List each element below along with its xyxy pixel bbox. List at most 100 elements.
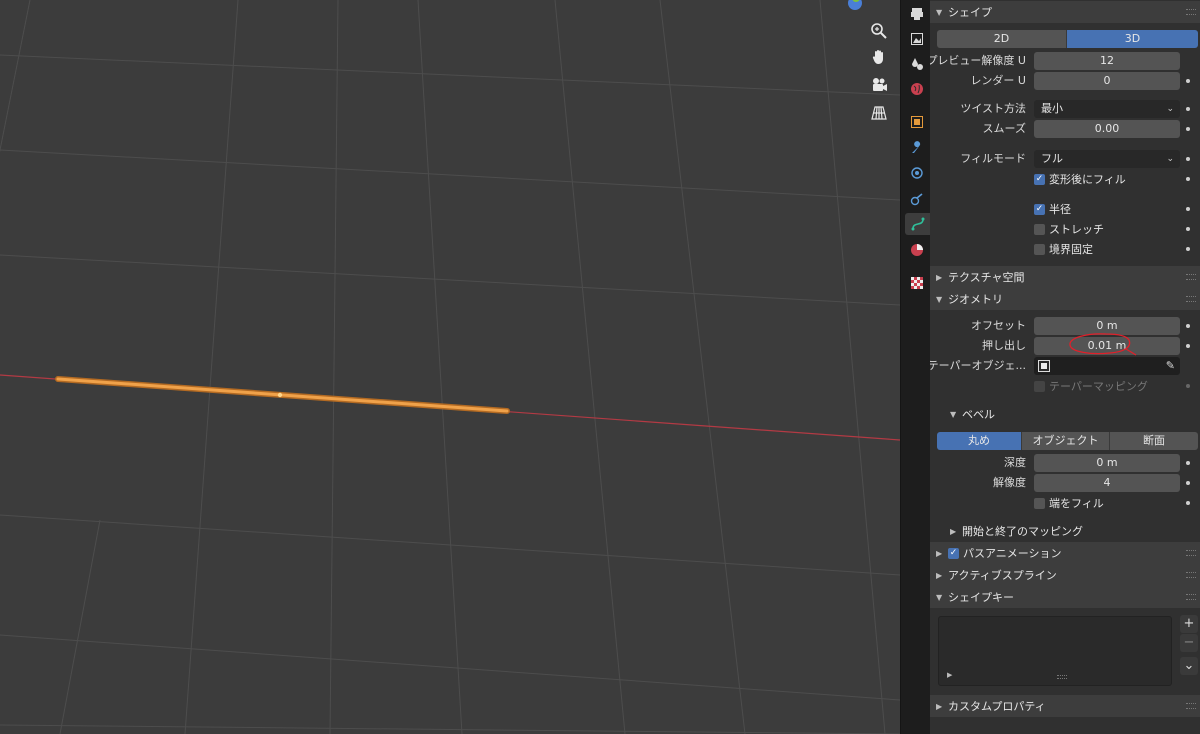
dim-3d-button[interactable]: 3D <box>1067 30 1198 48</box>
fill-caps-checkbox[interactable]: 端をフィル <box>1034 494 1104 512</box>
keyframe-dot-icon[interactable] <box>1186 247 1190 251</box>
shape-keys-panel-header[interactable]: ▼ シェイプキー <box>930 586 1200 608</box>
bevel-mode-round[interactable]: 丸め <box>937 432 1022 450</box>
render-u-field[interactable]: 0 <box>1034 72 1180 90</box>
bevel-resolution-field[interactable]: 4 <box>1034 474 1180 492</box>
bevel-subpanel-header[interactable]: ▼ ベベル <box>930 404 1200 424</box>
taper-mapping-label: テーパーマッピング <box>1049 380 1148 393</box>
bevel-title: ベベル <box>962 408 995 421</box>
drag-handle-icon[interactable] <box>1186 572 1196 578</box>
camera-icon[interactable] <box>866 74 892 96</box>
dim-2d-button[interactable]: 2D <box>937 30 1067 48</box>
path-animation-panel-header[interactable]: ▶ パスアニメーション <box>930 542 1200 564</box>
keyframe-dot-icon[interactable] <box>1186 501 1190 505</box>
taper-mapping-checkbox[interactable]: テーパーマッピング <box>1034 377 1148 395</box>
taper-object-field[interactable]: ✎ <box>1034 357 1180 375</box>
bevel-mode-toggle: 丸め オブジェクト 断面 <box>937 432 1198 450</box>
resize-handle-icon[interactable] <box>1057 675 1067 679</box>
bounds-clamp-checkbox[interactable]: 境界固定 <box>1034 240 1093 258</box>
keyframe-dot-icon[interactable] <box>1186 344 1190 348</box>
drag-handle-icon[interactable] <box>1186 703 1196 709</box>
geometry-panel-header[interactable]: ▼ ジオメトリ <box>930 288 1200 310</box>
keyframe-dot-icon[interactable] <box>1186 157 1190 161</box>
object-icon[interactable] <box>905 111 929 133</box>
pan-hand-icon[interactable] <box>866 46 892 68</box>
keyframe-dot-icon[interactable] <box>1186 227 1190 231</box>
fill-caps-label: 端をフィル <box>1049 497 1104 510</box>
drag-handle-icon[interactable] <box>1186 594 1196 600</box>
bevel-mode-profile[interactable]: 断面 <box>1110 432 1198 450</box>
drag-handle-icon[interactable] <box>1186 550 1196 556</box>
bevel-depth-field[interactable]: 0 m <box>1034 454 1180 472</box>
shape-key-specials-button[interactable]: ⌄ <box>1180 657 1198 675</box>
fill-deform-checkbox[interactable]: 変形後にフィル <box>1034 170 1126 188</box>
custom-properties-panel-header[interactable]: ▶ カスタムプロパティ <box>930 695 1200 717</box>
radius-checkbox[interactable]: 半径 <box>1034 200 1071 218</box>
drag-handle-icon[interactable] <box>1186 9 1196 15</box>
remove-shape-key-button[interactable]: − <box>1180 634 1198 652</box>
keyframe-dot-icon[interactable] <box>1186 461 1190 465</box>
preview-u-field[interactable]: 12 <box>1034 52 1180 70</box>
particles-icon[interactable] <box>905 162 929 184</box>
smooth-field[interactable]: 0.00 <box>1034 120 1180 138</box>
eyedropper-icon[interactable]: ✎ <box>1166 359 1175 372</box>
keyframe-dot-icon[interactable] <box>1186 384 1190 388</box>
keyframe-dot-icon[interactable] <box>1186 324 1190 328</box>
bounds-clamp-label: 境界固定 <box>1049 243 1093 256</box>
checkbox-unchecked-icon <box>1034 243 1045 255</box>
view-layer-icon[interactable] <box>905 53 929 75</box>
collapsed-arrow-icon: ▶ <box>936 570 943 580</box>
shape-panel-header[interactable]: ▼ シェイプ <box>930 1 1200 23</box>
render-icon[interactable] <box>905 3 929 25</box>
curve-data-icon[interactable] <box>905 213 931 235</box>
active-spline-panel-header[interactable]: ▶ アクティブスプライン <box>930 564 1200 586</box>
keyframe-dot-icon[interactable] <box>1186 177 1190 181</box>
fill-mode-select[interactable]: フル ⌄ <box>1034 150 1180 168</box>
keyframe-dot-icon[interactable] <box>1186 79 1190 83</box>
viewport-grid <box>0 0 900 734</box>
path-animation-title: パスアニメーション <box>963 547 1062 560</box>
checkbox-unchecked-icon <box>1034 223 1045 235</box>
world-icon[interactable] <box>905 78 929 100</box>
output-icon[interactable] <box>905 28 929 50</box>
keyframe-dot-icon[interactable] <box>1186 481 1190 485</box>
checkbox-checked-icon <box>1034 173 1045 185</box>
zoom-icon[interactable] <box>866 20 892 42</box>
start-end-mapping-title: 開始と終了のマッピング <box>962 525 1083 538</box>
stretch-checkbox[interactable]: ストレッチ <box>1034 220 1104 238</box>
collapsed-arrow-icon: ▶ <box>950 526 957 536</box>
shape-panel-title: シェイプ <box>948 6 992 19</box>
smooth-label: スムーズ <box>982 122 1026 135</box>
drag-handle-icon[interactable] <box>1186 274 1196 280</box>
path-animation-checkbox[interactable] <box>948 547 959 559</box>
shape-keys-list[interactable]: ▶ <box>938 616 1172 686</box>
texture-checker-icon[interactable] <box>905 272 929 294</box>
keyframe-dot-icon[interactable] <box>1186 127 1190 131</box>
bevel-mode-object[interactable]: オブジェクト <box>1022 432 1110 450</box>
add-shape-key-button[interactable]: + <box>1180 615 1198 633</box>
drag-handle-icon[interactable] <box>1186 296 1196 302</box>
start-end-mapping-header[interactable]: ▶ 開始と終了のマッピング <box>930 521 1200 541</box>
twist-method-select[interactable]: 最小 ⌄ <box>1034 100 1180 118</box>
active-spline-title: アクティブスプライン <box>948 569 1057 582</box>
material-icon[interactable] <box>905 239 929 261</box>
render-u-label: レンダー U <box>970 74 1026 87</box>
expand-arrow-icon[interactable]: ▶ <box>947 671 952 679</box>
checkbox-unchecked-icon <box>1034 380 1045 392</box>
physics-icon[interactable] <box>905 188 929 210</box>
offset-label: オフセット <box>971 319 1026 332</box>
expanded-arrow-icon: ▼ <box>936 7 943 17</box>
custom-properties-title: カスタムプロパティ <box>948 700 1046 713</box>
3d-viewport[interactable] <box>0 0 900 734</box>
extrude-label: 押し出し <box>982 339 1026 352</box>
keyframe-dot-icon[interactable] <box>1186 207 1190 211</box>
modifier-wrench-icon[interactable] <box>905 137 929 159</box>
keyframe-dot-icon[interactable] <box>1186 107 1190 111</box>
red-annotation-circle <box>1069 333 1137 356</box>
perspective-grid-icon[interactable] <box>866 102 892 124</box>
texture-space-panel-header[interactable]: ▶ テクスチャ空間 <box>930 266 1200 288</box>
taper-object-label: テーパーオブジェ... <box>930 359 1026 372</box>
geometry-title: ジオメトリ <box>948 293 1003 306</box>
chevron-down-icon: ⌄ <box>1166 154 1174 164</box>
bezier-curve[interactable] <box>55 376 510 414</box>
